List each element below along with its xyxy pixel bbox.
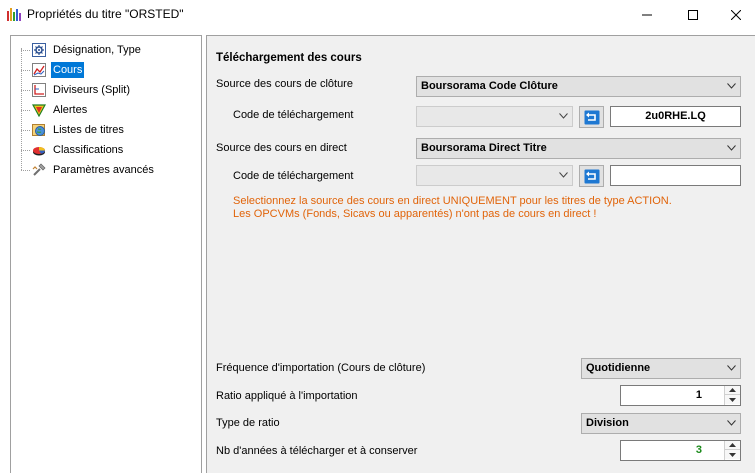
chevron-down-icon [727, 83, 736, 89]
close-source-value: Boursorama Code Clôture [421, 80, 558, 92]
tree-item-label: Listes de titres [53, 124, 124, 136]
close-source-select[interactable]: Boursorama Code Clôture [416, 76, 741, 97]
pie-chart-icon [33, 147, 45, 156]
tree-item-listes[interactable]: Listes de titres [11, 121, 201, 139]
settings-gear-icon [32, 43, 46, 57]
tree-item-diviseurs[interactable]: Diviseurs (Split) [11, 81, 201, 99]
tree-item-classifications[interactable]: Classifications [11, 141, 201, 159]
caret-up-icon [729, 443, 736, 447]
minimize-button[interactable] [624, 0, 670, 30]
chevron-down-icon [727, 145, 736, 151]
section-title: Téléchargement des cours [216, 52, 362, 64]
frequency-select[interactable]: Quotidienne [581, 358, 741, 379]
chevron-down-icon [727, 365, 736, 371]
ratio-type-select[interactable]: Division [581, 413, 741, 434]
ratio-type-label: Type de ratio [216, 417, 280, 429]
refresh-icon [584, 169, 599, 183]
live-source-value: Boursorama Direct Titre [421, 142, 547, 154]
close-code-select[interactable] [416, 106, 573, 127]
minimize-icon [642, 14, 652, 16]
frequency-label: Fréquence d'importation (Cours de clôtur… [216, 362, 426, 374]
live-source-select[interactable]: Boursorama Direct Titre [416, 138, 741, 159]
years-decrement-button[interactable] [725, 450, 740, 459]
tree-item-label: Désignation, Type [53, 44, 141, 56]
ratio-type-value: Division [586, 417, 629, 429]
app-icon [7, 8, 21, 21]
close-code-label: Code de téléchargement [233, 109, 354, 121]
warning-text-line1: Selectionnez la source des cours en dire… [233, 195, 672, 207]
close-code-refresh-button[interactable] [579, 106, 604, 128]
live-code-refresh-button[interactable] [579, 165, 604, 187]
chevron-down-icon [559, 172, 568, 178]
tree-item-label: Classifications [53, 144, 124, 156]
maximize-button[interactable] [670, 0, 716, 30]
live-code-label: Code de téléchargement [233, 170, 354, 182]
years-value: 3 [695, 444, 702, 456]
years-label: Nb d'années à télécharger et à conserver [216, 445, 418, 457]
live-source-label: Source des cours en direct [216, 142, 347, 154]
line-chart-icon [32, 63, 46, 77]
chevron-down-icon [727, 420, 736, 426]
caret-up-icon [729, 388, 736, 392]
caret-down-icon [729, 452, 736, 457]
frequency-value: Quotidienne [586, 362, 651, 374]
tree-item-cours[interactable]: Cours [11, 61, 201, 79]
close-code-input[interactable]: 2u0RHE.LQ [610, 106, 741, 127]
tree-item-alertes[interactable]: Alertes [11, 101, 201, 119]
ratio-label: Ratio appliqué à l'importation [216, 390, 358, 402]
ratio-value: 1 [695, 389, 702, 401]
split-chart-icon [32, 83, 46, 97]
tree-item-label: Cours [51, 62, 85, 78]
maximize-icon [688, 10, 698, 20]
warning-text-line2: Les OPCVMs (Fonds, Sicavs ou apparentés)… [233, 208, 597, 220]
content-panel: Téléchargement des cours Source des cour… [206, 35, 755, 473]
tree-item-parametres[interactable]: Paramètres avancés [11, 161, 201, 179]
globe-list-icon [32, 124, 45, 136]
tree-item-label: Paramètres avancés [53, 164, 154, 176]
window-title: Propriétés du titre "ORSTED" [27, 7, 184, 21]
ratio-decrement-button[interactable] [725, 395, 740, 404]
live-code-select[interactable] [416, 165, 573, 186]
close-source-label: Source des cours de clôture [216, 78, 353, 90]
tree-item-label: Diviseurs (Split) [53, 84, 131, 96]
ratio-increment-button[interactable] [725, 386, 740, 395]
years-spinbox[interactable]: 3 [620, 440, 741, 461]
refresh-icon [584, 110, 599, 124]
tree-item-designation[interactable]: Désignation, Type [11, 41, 201, 59]
ratio-spinbox[interactable]: 1 [620, 385, 741, 406]
alert-triangle-icon [32, 104, 46, 117]
wrench-tool-icon [32, 163, 46, 176]
years-increment-button[interactable] [725, 441, 740, 450]
close-button[interactable] [716, 0, 755, 30]
tree-item-label: Alertes [53, 104, 88, 116]
live-code-input[interactable] [610, 165, 741, 186]
chevron-down-icon [559, 113, 568, 119]
close-icon [730, 10, 741, 20]
caret-down-icon [729, 397, 736, 402]
close-code-value: 2u0RHE.LQ [645, 110, 706, 122]
navigation-tree: Désignation, Type Cours Diviseurs (Split… [10, 35, 202, 473]
title-bar: Propriétés du titre "ORSTED" [0, 0, 755, 30]
